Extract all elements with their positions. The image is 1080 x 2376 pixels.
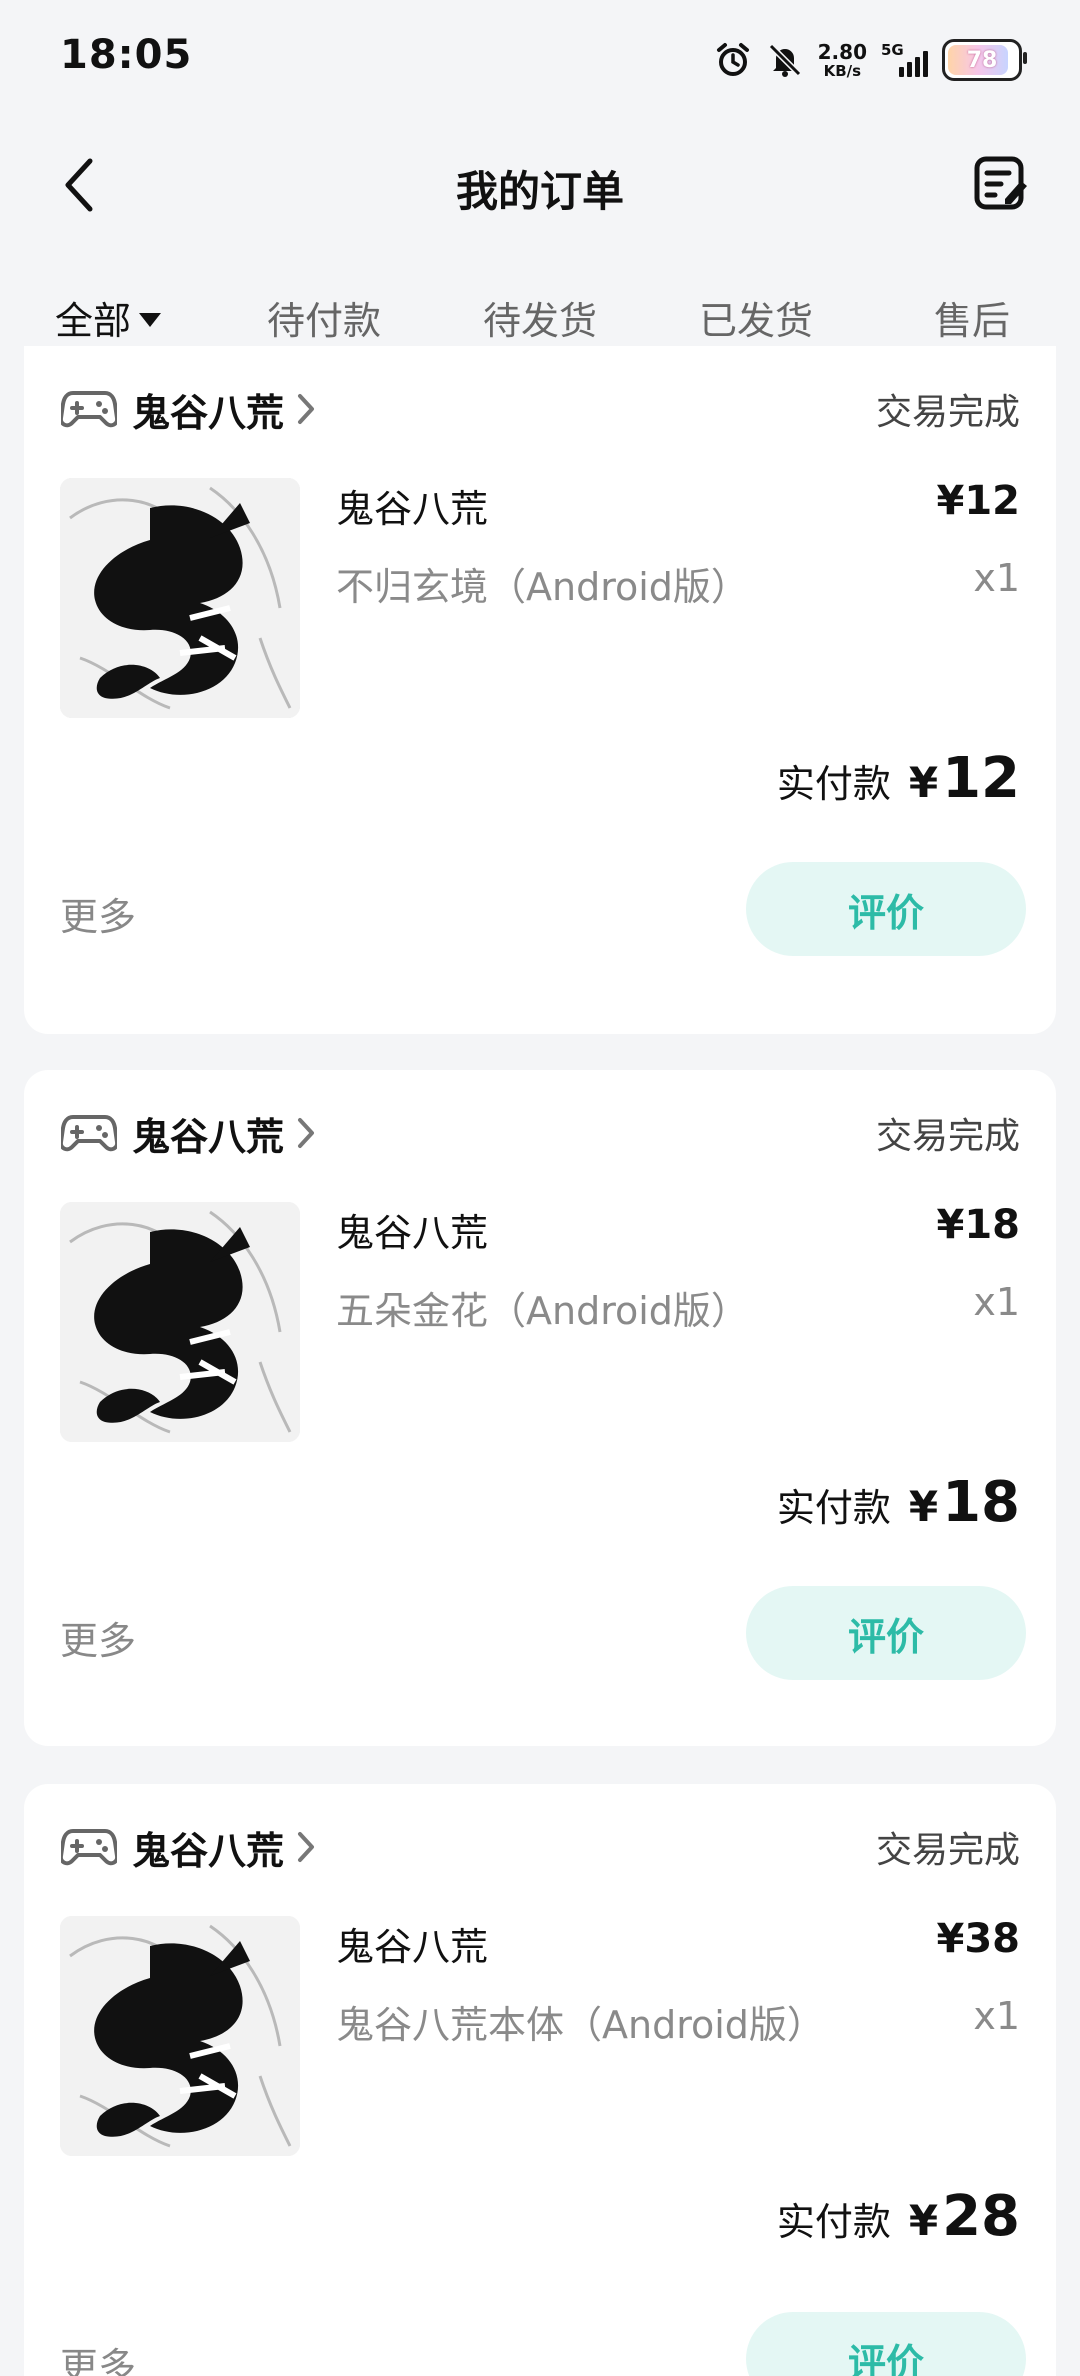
order-status: 交易完成 (875, 1830, 1020, 1871)
paid-label: 实付款 (776, 762, 891, 806)
edit-orders-button[interactable] (968, 150, 1034, 216)
order-card[interactable]: 鬼谷八荒 交易完成 鬼谷八荒 五朵金花（Android版） ¥18 x1 实付款… (24, 1070, 1056, 1746)
status-bar: 18:05 2.80 KB/s 5G 78 (0, 0, 1080, 120)
product-quantity: x1 (973, 1994, 1020, 2038)
caret-down-icon (139, 312, 161, 327)
shop-name: 鬼谷八荒 (132, 1828, 285, 1873)
product-sku: 不归玄境（Android版） (336, 565, 749, 609)
product-quantity: x1 (973, 1280, 1020, 1324)
order-card[interactable]: 鬼谷八荒 交易完成 鬼谷八荒 鬼谷八荒本体（Android版） ¥38 x1 实… (24, 1784, 1056, 2376)
network-type: 5G (881, 41, 904, 59)
product-sku: 五朵金花（Android版） (336, 1289, 749, 1333)
more-button[interactable]: 更多 (60, 886, 136, 941)
paid-amount: 实付款 ¥ 18 (777, 1470, 1020, 1535)
order-card[interactable]: 鬼谷八荒 交易完成 鬼谷八荒 不归玄境（Android版） ¥12 x1 实付款… (24, 346, 1056, 1034)
shop-name: 鬼谷八荒 (132, 1114, 285, 1159)
paid-amount: 实付款 ¥ 12 (777, 746, 1020, 811)
battery-level: 78 (966, 47, 998, 73)
product-sku: 鬼谷八荒本体（Android版） (336, 2003, 825, 2047)
status-icons: 2.80 KB/s 5G 78 (714, 36, 1027, 84)
product-name: 鬼谷八荒 (336, 1211, 489, 1255)
signal-icon: 5G (881, 41, 928, 77)
review-button[interactable]: 评价 (746, 2312, 1026, 2376)
product-price: ¥38 (936, 1916, 1021, 1962)
paid-value: 18 (942, 1470, 1020, 1535)
gamepad-icon (60, 1104, 118, 1162)
paid-currency: ¥ (908, 1482, 939, 1531)
review-button[interactable]: 评价 (746, 1586, 1026, 1680)
shop-name: 鬼谷八荒 (132, 390, 285, 435)
chevron-right-icon (296, 1830, 316, 1864)
paid-currency: ¥ (908, 2196, 939, 2245)
edit-list-icon (974, 156, 1027, 210)
app-header: 我的订单 (0, 120, 1080, 250)
orders-page: 18:05 2.80 KB/s 5G 78 我的订单 全部 待付款 待发货 已发… (0, 0, 1080, 2376)
product-price: ¥18 (936, 1202, 1021, 1248)
product-image[interactable] (60, 478, 300, 718)
chevron-right-icon (296, 392, 316, 426)
more-button[interactable]: 更多 (60, 2336, 136, 2376)
page-title: 我的订单 (455, 167, 624, 216)
product-name: 鬼谷八荒 (336, 1925, 489, 1969)
paid-value: 28 (942, 2184, 1020, 2249)
shop-row[interactable]: 鬼谷八荒 交易完成 (60, 1088, 1020, 1178)
product-image[interactable] (60, 1202, 300, 1442)
product-name: 鬼谷八荒 (336, 487, 489, 531)
order-status: 交易完成 (875, 392, 1020, 433)
gamepad-icon (60, 380, 118, 438)
review-button[interactable]: 评价 (746, 862, 1026, 956)
alarm-icon (714, 41, 752, 79)
network-speed: 2.80 KB/s (818, 42, 867, 79)
speed-unit: KB/s (823, 61, 862, 80)
chevron-right-icon (296, 1116, 316, 1150)
product-quantity: x1 (973, 556, 1020, 600)
battery-icon: 78 (942, 39, 1027, 81)
bell-muted-icon (766, 41, 804, 79)
shop-row[interactable]: 鬼谷八荒 交易完成 (60, 364, 1020, 454)
tab-all-label: 全部 (54, 299, 131, 343)
paid-label: 实付款 (776, 1486, 891, 1530)
shop-row[interactable]: 鬼谷八荒 交易完成 (60, 1802, 1020, 1892)
gamepad-icon (60, 1818, 118, 1876)
order-status: 交易完成 (875, 1116, 1020, 1157)
paid-amount: 实付款 ¥ 28 (777, 2184, 1020, 2249)
paid-value: 12 (942, 746, 1020, 811)
product-price: ¥12 (936, 478, 1021, 524)
product-image[interactable] (60, 1916, 300, 2156)
status-time: 18:05 (60, 32, 193, 78)
paid-currency: ¥ (908, 758, 939, 807)
speed-value: 2.80 (817, 39, 867, 64)
paid-label: 实付款 (776, 2200, 891, 2244)
more-button[interactable]: 更多 (60, 1610, 136, 1665)
